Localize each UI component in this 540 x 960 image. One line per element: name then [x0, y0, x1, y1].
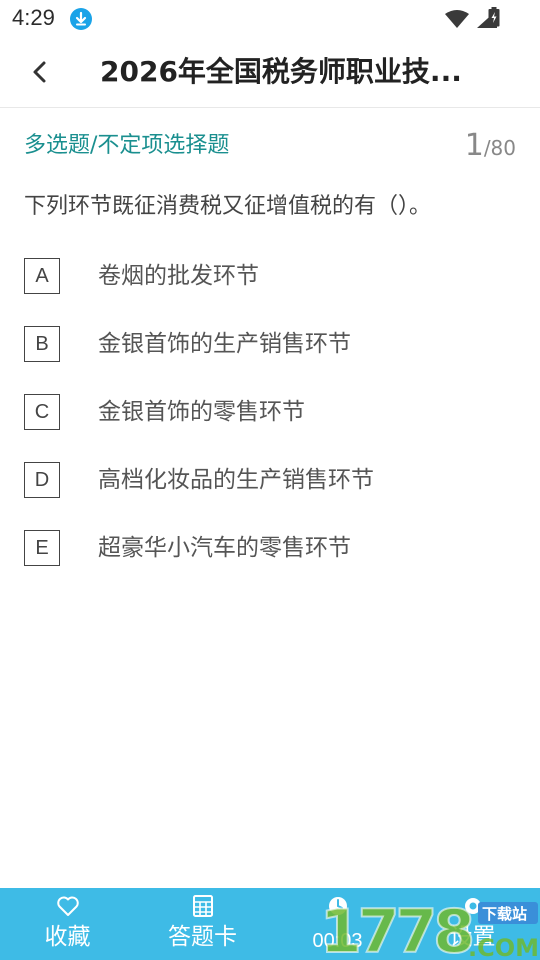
- answer-card-label: 答题卡: [168, 924, 237, 950]
- app-header: 2026年全国税务师职业技...: [0, 36, 540, 108]
- chevron-left-icon: [33, 61, 46, 83]
- option-text: 卷烟的批发环节: [98, 263, 259, 289]
- answer-card-button[interactable]: 答题卡: [135, 888, 270, 960]
- option-text: 金银首饰的零售环节: [98, 399, 305, 425]
- back-button[interactable]: [22, 54, 58, 90]
- heart-icon: [56, 896, 79, 916]
- answer-card-icon: [192, 895, 213, 917]
- question-stem: 下列环节既征消费税又征增值税的有（）。: [24, 194, 432, 219]
- option-letter-box: C: [24, 394, 60, 430]
- watermark-site: 下载站: [482, 905, 527, 923]
- option-a[interactable]: A 卷烟的批发环节: [24, 258, 524, 298]
- option-text: 高档化妆品的生产销售环节: [98, 467, 374, 493]
- wifi-icon: [445, 10, 469, 28]
- option-text: 超豪华小汽车的零售环节: [98, 535, 351, 561]
- battery-icon: [488, 7, 500, 27]
- option-letter-box: E: [24, 530, 60, 566]
- question-total: /80: [483, 136, 516, 160]
- favorite-label: 收藏: [44, 924, 91, 950]
- site-watermark: 1778 下载站 .COM: [316, 890, 540, 960]
- option-d[interactable]: D 高档化妆品的生产销售环节: [24, 462, 524, 502]
- status-time: 4:29: [12, 5, 55, 30]
- download-icon: [70, 8, 92, 30]
- option-e[interactable]: E 超豪华小汽车的零售环节: [24, 530, 524, 570]
- watermark-number: 1778: [320, 897, 472, 960]
- watermark-suffix: .COM: [468, 934, 539, 960]
- favorite-button[interactable]: 收藏: [0, 888, 135, 960]
- page-title: 2026年全国税务师职业技...: [100, 55, 462, 88]
- question-current: 1: [464, 128, 484, 163]
- option-b[interactable]: B 金银首饰的生产销售环节: [24, 326, 524, 366]
- option-c[interactable]: C 金银首饰的零售环节: [24, 394, 524, 434]
- option-letter-box: A: [24, 258, 60, 294]
- status-bar: 4:29: [0, 0, 540, 36]
- question-counter: 1/80: [465, 126, 516, 170]
- question-type: 多选题/不定项选择题: [24, 133, 230, 158]
- option-letter-box: B: [24, 326, 60, 362]
- option-letter-box: D: [24, 462, 60, 498]
- option-text: 金银首饰的生产销售环节: [98, 331, 351, 357]
